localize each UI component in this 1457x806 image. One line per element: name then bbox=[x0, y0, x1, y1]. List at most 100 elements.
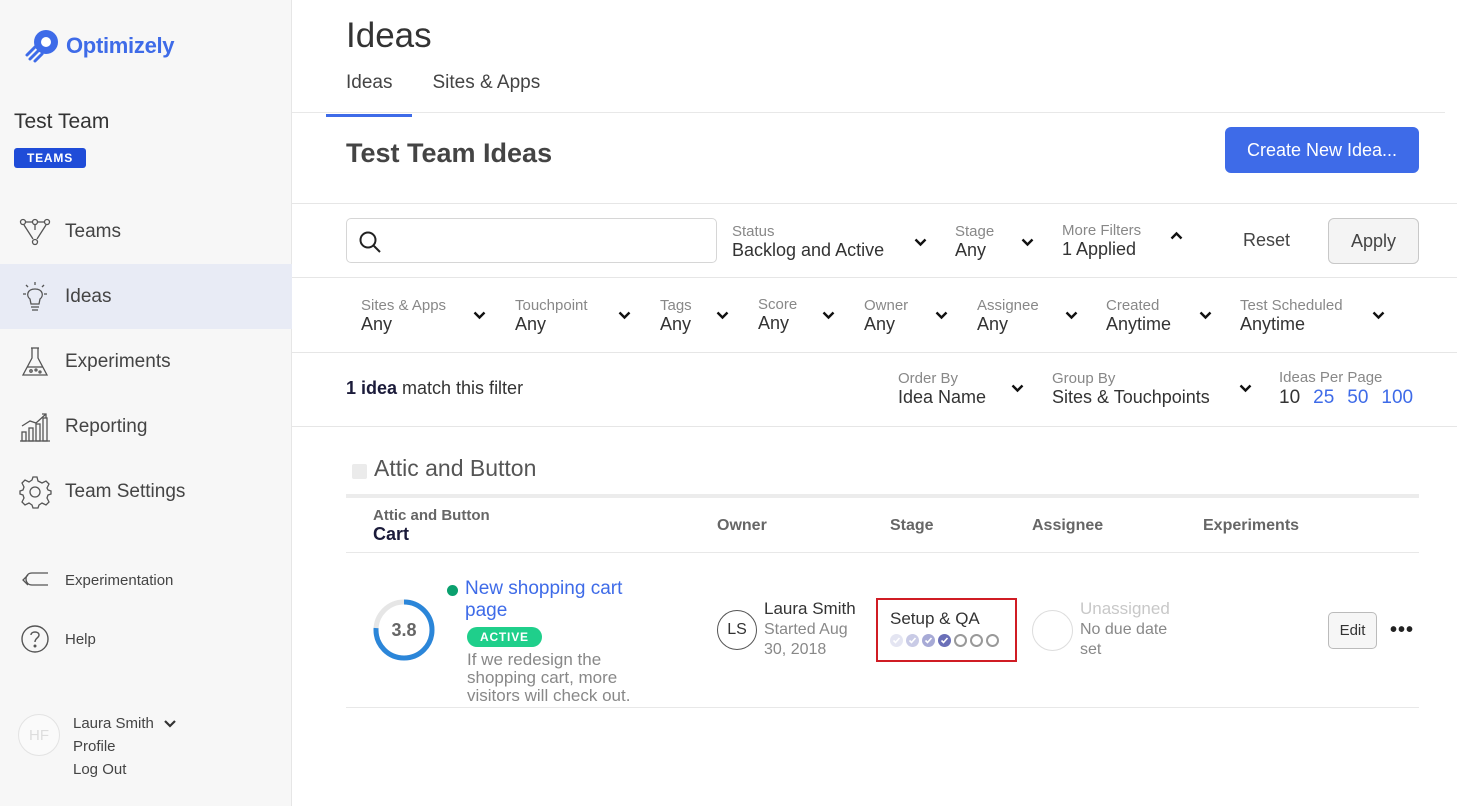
ideas-per-page: Ideas Per Page 10 25 50 100 bbox=[1279, 369, 1413, 409]
owner-started-date: Started Aug 30, 2018 bbox=[764, 621, 848, 658]
logout-link[interactable]: Log Out bbox=[73, 758, 176, 781]
test-scheduled-filter[interactable]: Test Scheduled Anytime bbox=[1240, 297, 1385, 334]
help-link[interactable]: Help bbox=[18, 622, 96, 656]
group-by-value: Sites & Touchpoints bbox=[1052, 387, 1210, 407]
active-status-dot bbox=[447, 585, 458, 596]
assignee-avatar[interactable] bbox=[1032, 610, 1073, 651]
apply-button[interactable]: Apply bbox=[1328, 218, 1419, 264]
profile-link[interactable]: Profile bbox=[73, 735, 176, 758]
order-by-label: Order By bbox=[898, 370, 959, 387]
sidebar-item-label: Team Settings bbox=[65, 480, 186, 502]
group-site-name: Attic and Button bbox=[373, 507, 490, 524]
chevron-down-icon bbox=[935, 311, 948, 320]
section-title: Test Team Ideas bbox=[346, 138, 553, 168]
stage-step-dot bbox=[970, 634, 983, 647]
chevron-down-icon bbox=[473, 311, 486, 320]
team-name: Test Team bbox=[14, 110, 110, 133]
ideas-per-page-options: 10 25 50 100 bbox=[1279, 387, 1413, 409]
experimentation-link[interactable]: Experimentation bbox=[18, 563, 173, 597]
owner-filter[interactable]: Owner Any bbox=[864, 297, 948, 334]
sidebar-item-label: Experiments bbox=[65, 350, 171, 372]
reset-link[interactable]: Reset bbox=[1243, 230, 1290, 251]
stage-progress bbox=[890, 634, 1015, 647]
more-filters[interactable]: More Filters 1 Applied bbox=[1062, 222, 1183, 259]
group-divider bbox=[346, 494, 1419, 498]
user-name-toggle[interactable]: Laura Smith bbox=[73, 712, 176, 735]
stage-step-dot bbox=[890, 634, 903, 647]
score-value: 3.8 bbox=[391, 620, 416, 640]
tab-sites-apps[interactable]: Sites & Apps bbox=[412, 68, 560, 117]
group-title: Attic and Button bbox=[374, 455, 537, 481]
brand-name: Optimizely bbox=[66, 33, 175, 58]
sidebar-item-label: Ideas bbox=[65, 285, 112, 307]
chevron-down-icon bbox=[1199, 311, 1212, 320]
chevron-down-icon bbox=[716, 311, 729, 320]
filter-value: Any bbox=[758, 313, 790, 333]
user-name: Laura Smith bbox=[73, 715, 154, 732]
chart-icon bbox=[18, 410, 52, 444]
tab-ideas[interactable]: Ideas bbox=[326, 68, 413, 117]
chevron-up-icon bbox=[1170, 231, 1183, 240]
group-checkbox[interactable] bbox=[352, 463, 367, 479]
tags-filter[interactable]: Tags Any bbox=[660, 297, 729, 334]
order-by-select[interactable]: Order By Idea Name bbox=[898, 370, 1024, 407]
sidebar-item-team-settings[interactable]: Team Settings bbox=[0, 459, 292, 524]
divider bbox=[292, 426, 1457, 427]
more-options-icon[interactable]: ••• bbox=[1390, 619, 1414, 642]
user-menu: HF Laura Smith Profile Log Out bbox=[18, 712, 176, 781]
stage-cell[interactable]: Setup & QA bbox=[876, 598, 1017, 662]
optimizely-logo-icon bbox=[25, 30, 58, 63]
filter-value: Anytime bbox=[1240, 314, 1306, 334]
owner-avatar: LS bbox=[717, 610, 757, 650]
stage-step-dot bbox=[938, 634, 951, 647]
sidebar-item-reporting[interactable]: Reporting bbox=[0, 394, 292, 459]
filter-value: Anytime bbox=[1106, 314, 1172, 334]
divider bbox=[346, 552, 1419, 553]
filter-value: Any bbox=[361, 314, 393, 334]
more-filters-value: 1 Applied bbox=[1062, 239, 1137, 259]
assignee-name[interactable]: Unassigned bbox=[1080, 599, 1170, 619]
filter-value: Any bbox=[977, 314, 1009, 334]
filter-label: Sites & Apps bbox=[361, 297, 447, 314]
idea-description: If we redesign the shopping cart, more v… bbox=[467, 650, 631, 705]
create-new-idea-button[interactable]: Create New Idea... bbox=[1225, 127, 1419, 173]
filter-label: Assignee bbox=[977, 297, 1039, 314]
column-header-idea: Attic and Button Cart bbox=[373, 507, 490, 545]
stage-filter-value: Any bbox=[955, 240, 987, 260]
optimizely-logo[interactable]: Optimizely bbox=[22, 26, 175, 66]
tab-bar: Ideas Sites & Apps bbox=[326, 68, 560, 117]
teams-badge: TEAMS bbox=[14, 148, 86, 168]
per-page-option-25[interactable]: 25 bbox=[1313, 387, 1334, 409]
score-filter[interactable]: Score Any bbox=[758, 296, 835, 333]
avatar[interactable]: HF bbox=[18, 714, 60, 756]
chevron-down-icon bbox=[1372, 311, 1385, 320]
filter-label: Score bbox=[758, 296, 798, 313]
sites-apps-filter[interactable]: Sites & Apps Any bbox=[361, 297, 486, 334]
per-page-option-10[interactable]: 10 bbox=[1279, 387, 1300, 409]
edit-button[interactable]: Edit bbox=[1328, 612, 1377, 649]
per-page-option-50[interactable]: 50 bbox=[1347, 387, 1368, 409]
idea-title-link[interactable]: New shopping cart page bbox=[465, 578, 655, 622]
match-count-number: 1 idea bbox=[346, 378, 398, 398]
per-page-option-100[interactable]: 100 bbox=[1381, 387, 1413, 409]
lightbulb-icon bbox=[18, 280, 52, 314]
chevron-down-icon bbox=[1065, 311, 1078, 320]
search-input[interactable] bbox=[391, 227, 701, 255]
search-icon bbox=[359, 231, 381, 253]
chevron-down-icon bbox=[618, 311, 631, 320]
column-header-owner: Owner bbox=[717, 517, 767, 534]
sidebar-item-teams[interactable]: Teams bbox=[0, 199, 292, 264]
sidebar-item-experiments[interactable]: Experiments bbox=[0, 329, 292, 394]
touchpoint-filter[interactable]: Touchpoint Any bbox=[515, 297, 631, 334]
status-filter[interactable]: Status Backlog and Active bbox=[732, 223, 927, 260]
created-filter[interactable]: Created Anytime bbox=[1106, 297, 1212, 334]
group-by-label: Group By bbox=[1052, 370, 1116, 387]
ideas-per-page-label: Ideas Per Page bbox=[1279, 369, 1383, 386]
stage-filter[interactable]: Stage Any bbox=[955, 223, 1034, 260]
sidebar-item-ideas[interactable]: Ideas bbox=[0, 264, 292, 329]
stage-step-dot bbox=[954, 634, 967, 647]
assignee-filter[interactable]: Assignee Any bbox=[977, 297, 1078, 334]
group-by-select[interactable]: Group By Sites & Touchpoints bbox=[1052, 370, 1252, 407]
filter-label: Tags bbox=[660, 297, 692, 314]
score-ring: 3.8 bbox=[373, 599, 435, 661]
